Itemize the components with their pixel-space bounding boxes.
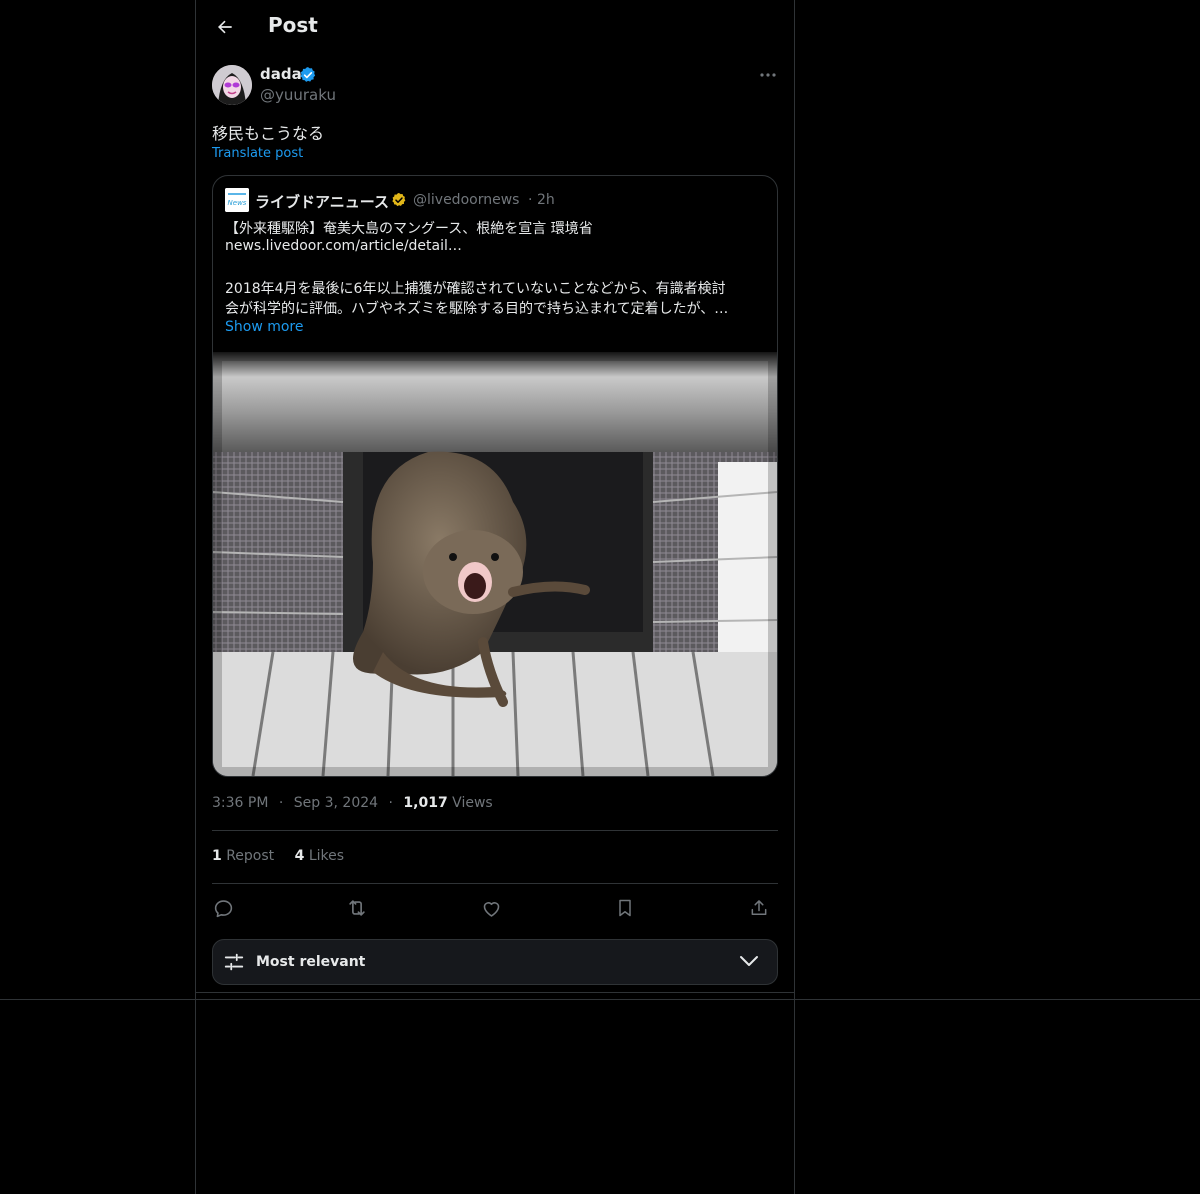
back-button[interactable] <box>208 10 242 44</box>
verified-badge-icon <box>300 67 316 82</box>
quote-line-headline: 【外来種駆除】奄美大島のマングース、根絶を宣言 環境省 <box>225 221 593 237</box>
post-date[interactable]: Sep 3, 2024 <box>294 795 378 811</box>
reply-sort-dropdown[interactable]: Most relevant <box>212 939 778 985</box>
quote-line-body-1: 2018年4月を最後に6年以上捕獲が確認されていないことなどから、有識者検討 <box>225 281 726 297</box>
post-meta: 3:36 PM · Sep 3, 2024 · 1,017 Views <box>212 795 493 811</box>
engagement-stats: 1 Repost 4 Likes <box>212 848 344 864</box>
action-bar <box>212 892 778 924</box>
author-handle[interactable]: @yuuraku <box>260 86 336 104</box>
divider-bottom-stats <box>212 883 778 884</box>
quote-separator: · <box>528 192 533 208</box>
header: Post <box>196 0 794 53</box>
post-time[interactable]: 3:36 PM <box>212 795 268 811</box>
share-button[interactable] <box>743 892 775 924</box>
quote-author-handle: @livedoornews <box>413 192 520 208</box>
translate-post-link[interactable]: Translate post <box>212 146 303 161</box>
sliders-icon <box>224 953 244 971</box>
views-count: 1,017 <box>403 795 448 811</box>
reposts-stat[interactable]: 1 Repost <box>212 848 279 864</box>
repost-button[interactable] <box>341 892 373 924</box>
quote-line-link: news.livedoor.com/article/detail… <box>225 238 462 254</box>
divider-top-stats <box>212 830 778 831</box>
share-icon <box>751 900 767 915</box>
reposts-count: 1 <box>212 848 222 864</box>
views-label: Views <box>452 795 493 811</box>
sort-label: Most relevant <box>256 954 366 970</box>
likes-count: 4 <box>294 848 305 864</box>
quote-line-body-2: 会が科学的に評価。ハブやネズミを駆除する目的で持ち込まれて定着したが、… <box>225 301 729 317</box>
like-icon <box>483 901 499 917</box>
quote-timestamp: 2h <box>537 192 555 208</box>
bookmark-button[interactable] <box>609 892 641 924</box>
quoted-post[interactable]: News ライブドアニュース @livedoornews · 2h 【外来種駆除… <box>212 175 778 777</box>
verified-gold-badge-icon <box>392 193 406 207</box>
avatar[interactable] <box>212 65 252 105</box>
likes-label: Likes <box>308 848 345 864</box>
reply-button[interactable] <box>207 892 239 924</box>
more-button[interactable] <box>752 64 784 86</box>
reposts-label: Repost <box>226 848 275 864</box>
bookmark-icon <box>619 899 631 917</box>
chevron-down-icon <box>740 956 758 966</box>
back-arrow-icon <box>218 20 232 34</box>
likes-stat[interactable]: 4 Likes <box>295 848 344 864</box>
quote-author-name: ライブドアニュース <box>255 193 389 211</box>
meta-separator-2: · <box>388 795 393 811</box>
repost-icon <box>349 900 365 916</box>
meta-separator-1: · <box>278 795 284 811</box>
quoted-post-image[interactable] <box>213 352 777 776</box>
author-name[interactable]: dada <box>260 65 302 83</box>
post-text: 移民もこうなる <box>212 124 325 143</box>
page-title: Post <box>268 13 318 37</box>
left-column-border <box>195 0 196 1194</box>
more-icon <box>760 73 776 77</box>
column-bottom-border <box>196 992 794 993</box>
reply-icon <box>214 899 232 917</box>
like-button[interactable] <box>475 892 507 924</box>
logo-text: News <box>228 199 247 207</box>
show-more-link[interactable]: Show more <box>225 319 304 335</box>
bottom-divider <box>0 999 1200 1000</box>
livedoor-news-logo: News <box>225 188 249 212</box>
right-column-border <box>794 0 795 1194</box>
